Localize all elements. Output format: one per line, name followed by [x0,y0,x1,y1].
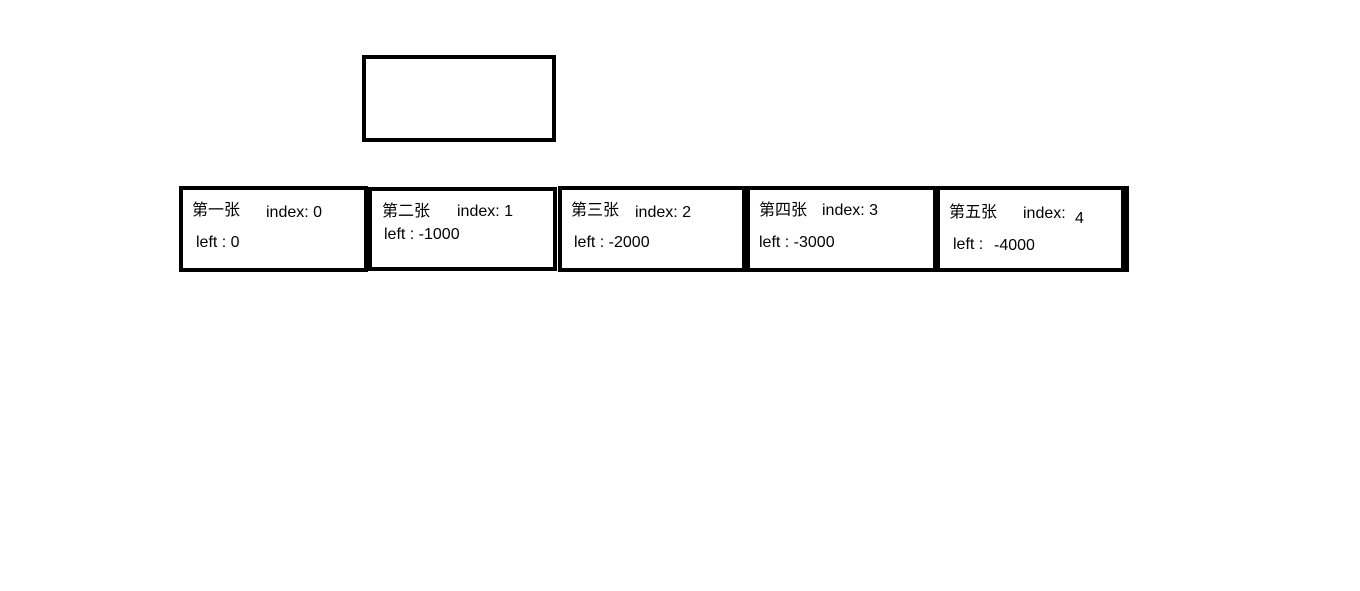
slide-left-label: left : [953,236,984,253]
slide-left-label: left : -1000 [384,226,460,243]
slide-left-label: left : 0 [196,234,240,251]
slide-4: 第四张 index: 3 left : -3000 [746,186,937,272]
slide-index-label: index: 0 [266,204,323,221]
slide-name-label: 第三张 [571,202,620,219]
slide-index-value: 4 [1075,210,1084,227]
slide-left-label: left : -3000 [759,234,835,251]
slide-2: 第二张 index: 1 left : -1000 [368,187,557,271]
viewport-frame [362,55,556,142]
slide-name-label: 第二张 [382,203,431,220]
slide-name-label: 第四张 [759,202,808,219]
slide-index-label: index: 2 [635,204,692,221]
slide-5: 第五张 index: 4 left : -4000 [936,186,1125,272]
strip-edge [1125,186,1129,272]
slides-strip: 第一张 index: 0 left : 0 第二张 index: 1 left … [179,186,1131,272]
slide-index-label: index: 3 [822,202,879,219]
slide-name-label: 第五张 [949,204,998,221]
slide-left-label: left : -2000 [574,234,650,251]
slide-3: 第三张 index: 2 left : -2000 [558,186,746,272]
slide-name-label: 第一张 [192,202,241,219]
slide-index-label: index: 1 [457,203,514,220]
slide-index-label: index: [1023,205,1066,222]
slide-left-value: -4000 [994,237,1035,254]
slide-1: 第一张 index: 0 left : 0 [179,186,368,272]
